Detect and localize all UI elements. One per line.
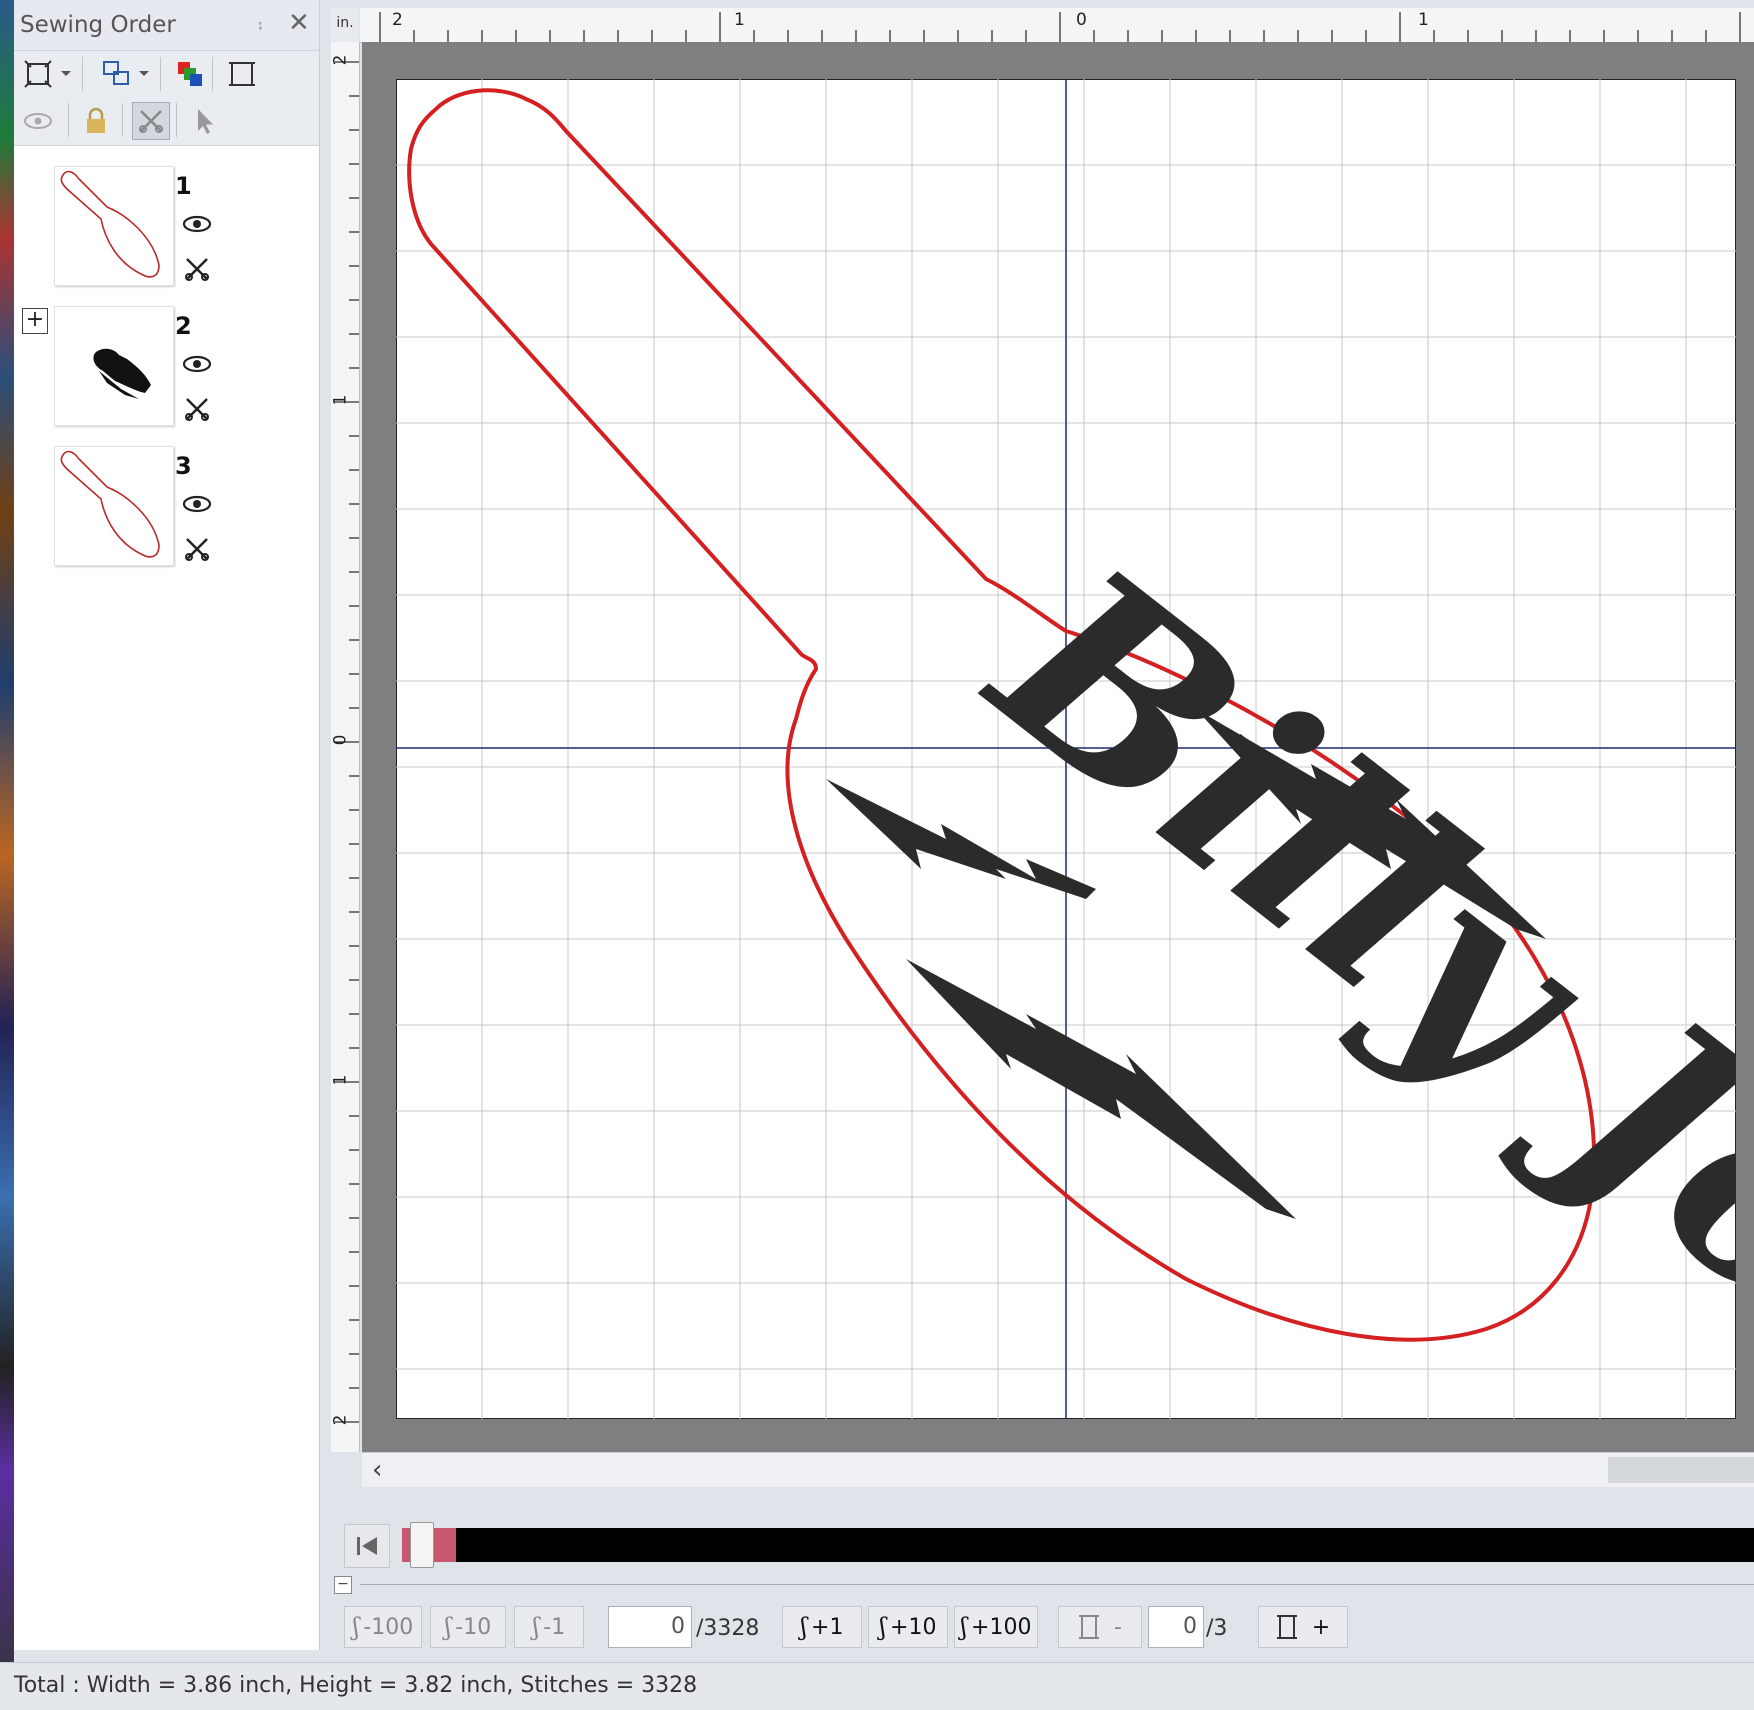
collapse-icon[interactable]: − <box>334 1576 352 1594</box>
scissors-icon[interactable] <box>184 396 210 426</box>
toolbar-divider <box>212 57 213 91</box>
sewing-order-item-3[interactable]: 3 <box>14 446 319 576</box>
eye-icon[interactable] <box>20 103 56 139</box>
horizontal-scrollbar[interactable]: ‹ <box>362 1452 1754 1487</box>
item-number: 1 <box>175 172 192 200</box>
hoop-frame-icon[interactable] <box>224 56 260 92</box>
toolbar-divider <box>176 103 177 137</box>
ruler-top-label: 1 <box>1418 10 1429 30</box>
thread-spool-icon <box>1276 1615 1297 1639</box>
skip-start-icon <box>357 1537 377 1555</box>
step-back-10-button[interactable]: ʃ -10 <box>430 1606 506 1648</box>
ruler-left-label: 1 <box>330 1074 351 1086</box>
ruler-top-ticks <box>379 12 1741 42</box>
item-thumbnail <box>54 306 174 426</box>
ruler-top-label: 0 <box>1076 10 1087 30</box>
eye-icon[interactable] <box>182 494 212 518</box>
scissors-icon[interactable] <box>184 536 210 566</box>
ruler-top-label: 2 <box>392 10 403 30</box>
color-number-field[interactable]: 0 <box>1148 1606 1204 1648</box>
sewing-order-panel: Sewing Order ⨾ ✕ 1 + 2 3 <box>14 0 320 1650</box>
step-label: +1 <box>811 1614 844 1640</box>
panel-title-bar: Sewing Order ⨾ ✕ <box>14 0 319 51</box>
previous-color-button[interactable]: - <box>1058 1606 1142 1648</box>
thread-spool-icon <box>1079 1615 1100 1639</box>
ruler-left-label: 1 <box>330 394 351 406</box>
step-label: +100 <box>971 1614 1032 1640</box>
stitch-total: /3328 <box>696 1616 760 1641</box>
divider <box>360 1584 1754 1585</box>
ruler-top: 2 1 0 1 <box>360 8 1754 43</box>
scrollbar-thumb[interactable] <box>1608 1457 1754 1483</box>
panel-title: Sewing Order <box>20 12 176 38</box>
scroll-left-icon[interactable]: ‹ <box>372 1455 382 1485</box>
step-forward-100-button[interactable]: ʃ +100 <box>954 1606 1038 1648</box>
close-icon[interactable]: ✕ <box>288 8 310 38</box>
eye-icon[interactable] <box>182 354 212 378</box>
ruler-top-label: 1 <box>734 10 745 30</box>
step-label: +10 <box>890 1614 937 1640</box>
group-icon[interactable] <box>98 56 134 92</box>
stitch-slider-handle[interactable] <box>410 1522 434 1568</box>
needle-icon: ʃ <box>960 1613 968 1641</box>
eye-icon[interactable] <box>182 214 212 238</box>
step-label: - <box>1114 1614 1122 1640</box>
needle-icon: ʃ <box>800 1613 808 1641</box>
design-size-status: Total : Width = 3.86 inch, Height = 3.82… <box>14 1673 698 1698</box>
toolbar-divider <box>122 103 123 137</box>
chevron-down-icon[interactable] <box>58 56 74 92</box>
go-to-start-button[interactable] <box>344 1524 390 1568</box>
toolbar-divider <box>82 57 83 91</box>
step-label: + <box>1311 1614 1331 1640</box>
next-color-button[interactable]: + <box>1258 1606 1348 1648</box>
needle-icon: ʃ <box>532 1613 540 1641</box>
lock-icon[interactable] <box>78 103 114 139</box>
ruler-left: 2 1 0 1 2 <box>330 42 360 1457</box>
item-thumbnail <box>54 166 174 286</box>
stitch-simulator-bar <box>340 1520 1754 1570</box>
status-bar: Total : Width = 3.86 inch, Height = 3.82… <box>0 1662 1754 1710</box>
design-canvas[interactable]: Billy Joel <box>396 79 1736 1419</box>
stitch-number-field[interactable]: 0 <box>608 1606 692 1648</box>
ruler-left-label: 2 <box>330 54 351 66</box>
panel-toolbar-bottom <box>14 97 319 146</box>
item-number: 2 <box>175 312 192 340</box>
needle-icon: ʃ <box>352 1613 360 1641</box>
needle-icon: ʃ <box>444 1613 452 1641</box>
chevron-down-icon[interactable] <box>136 56 152 92</box>
expand-icon[interactable]: + <box>22 308 48 334</box>
step-forward-10-button[interactable]: ʃ +10 <box>868 1606 948 1648</box>
item-number: 3 <box>175 452 192 480</box>
step-back-1-button[interactable]: ʃ -1 <box>514 1606 584 1648</box>
color-order-icon[interactable] <box>172 56 208 92</box>
scissors-icon[interactable] <box>184 256 210 286</box>
stitch-progress-track[interactable] <box>402 1528 1754 1562</box>
select-arrow-icon[interactable] <box>186 103 222 139</box>
ruler-left-ticks <box>335 61 359 1457</box>
ruler-left-label: 2 <box>330 1414 351 1426</box>
pin-icon[interactable]: ⨾ <box>258 10 262 35</box>
step-label: -1 <box>543 1614 566 1640</box>
color-total: /3 <box>1206 1616 1228 1641</box>
step-label: -10 <box>455 1614 492 1640</box>
toolbar-divider <box>68 103 69 137</box>
step-forward-1-button[interactable]: ʃ +1 <box>782 1606 862 1648</box>
desktop-background-edge <box>0 0 14 1709</box>
item-thumbnail <box>54 446 174 566</box>
sewing-order-item-2[interactable]: + 2 <box>14 306 319 436</box>
trim-scissors-icon[interactable] <box>132 102 170 140</box>
step-label: -100 <box>363 1614 414 1640</box>
ruler-unit: in. <box>331 8 359 42</box>
panel-toolbar-top <box>14 51 319 97</box>
stitch-step-controls: ʃ -100 ʃ -10 ʃ -1 0 /3328 ʃ +1 ʃ +10 ʃ +100 - … <box>340 1604 1754 1652</box>
needle-icon: ʃ <box>879 1613 887 1641</box>
sewing-order-item-1[interactable]: 1 <box>14 166 319 296</box>
ruler-left-label: 0 <box>330 734 351 746</box>
step-back-100-button[interactable]: ʃ -100 <box>344 1606 422 1648</box>
toolbar-divider <box>160 57 161 91</box>
fit-view-icon[interactable] <box>20 56 56 92</box>
